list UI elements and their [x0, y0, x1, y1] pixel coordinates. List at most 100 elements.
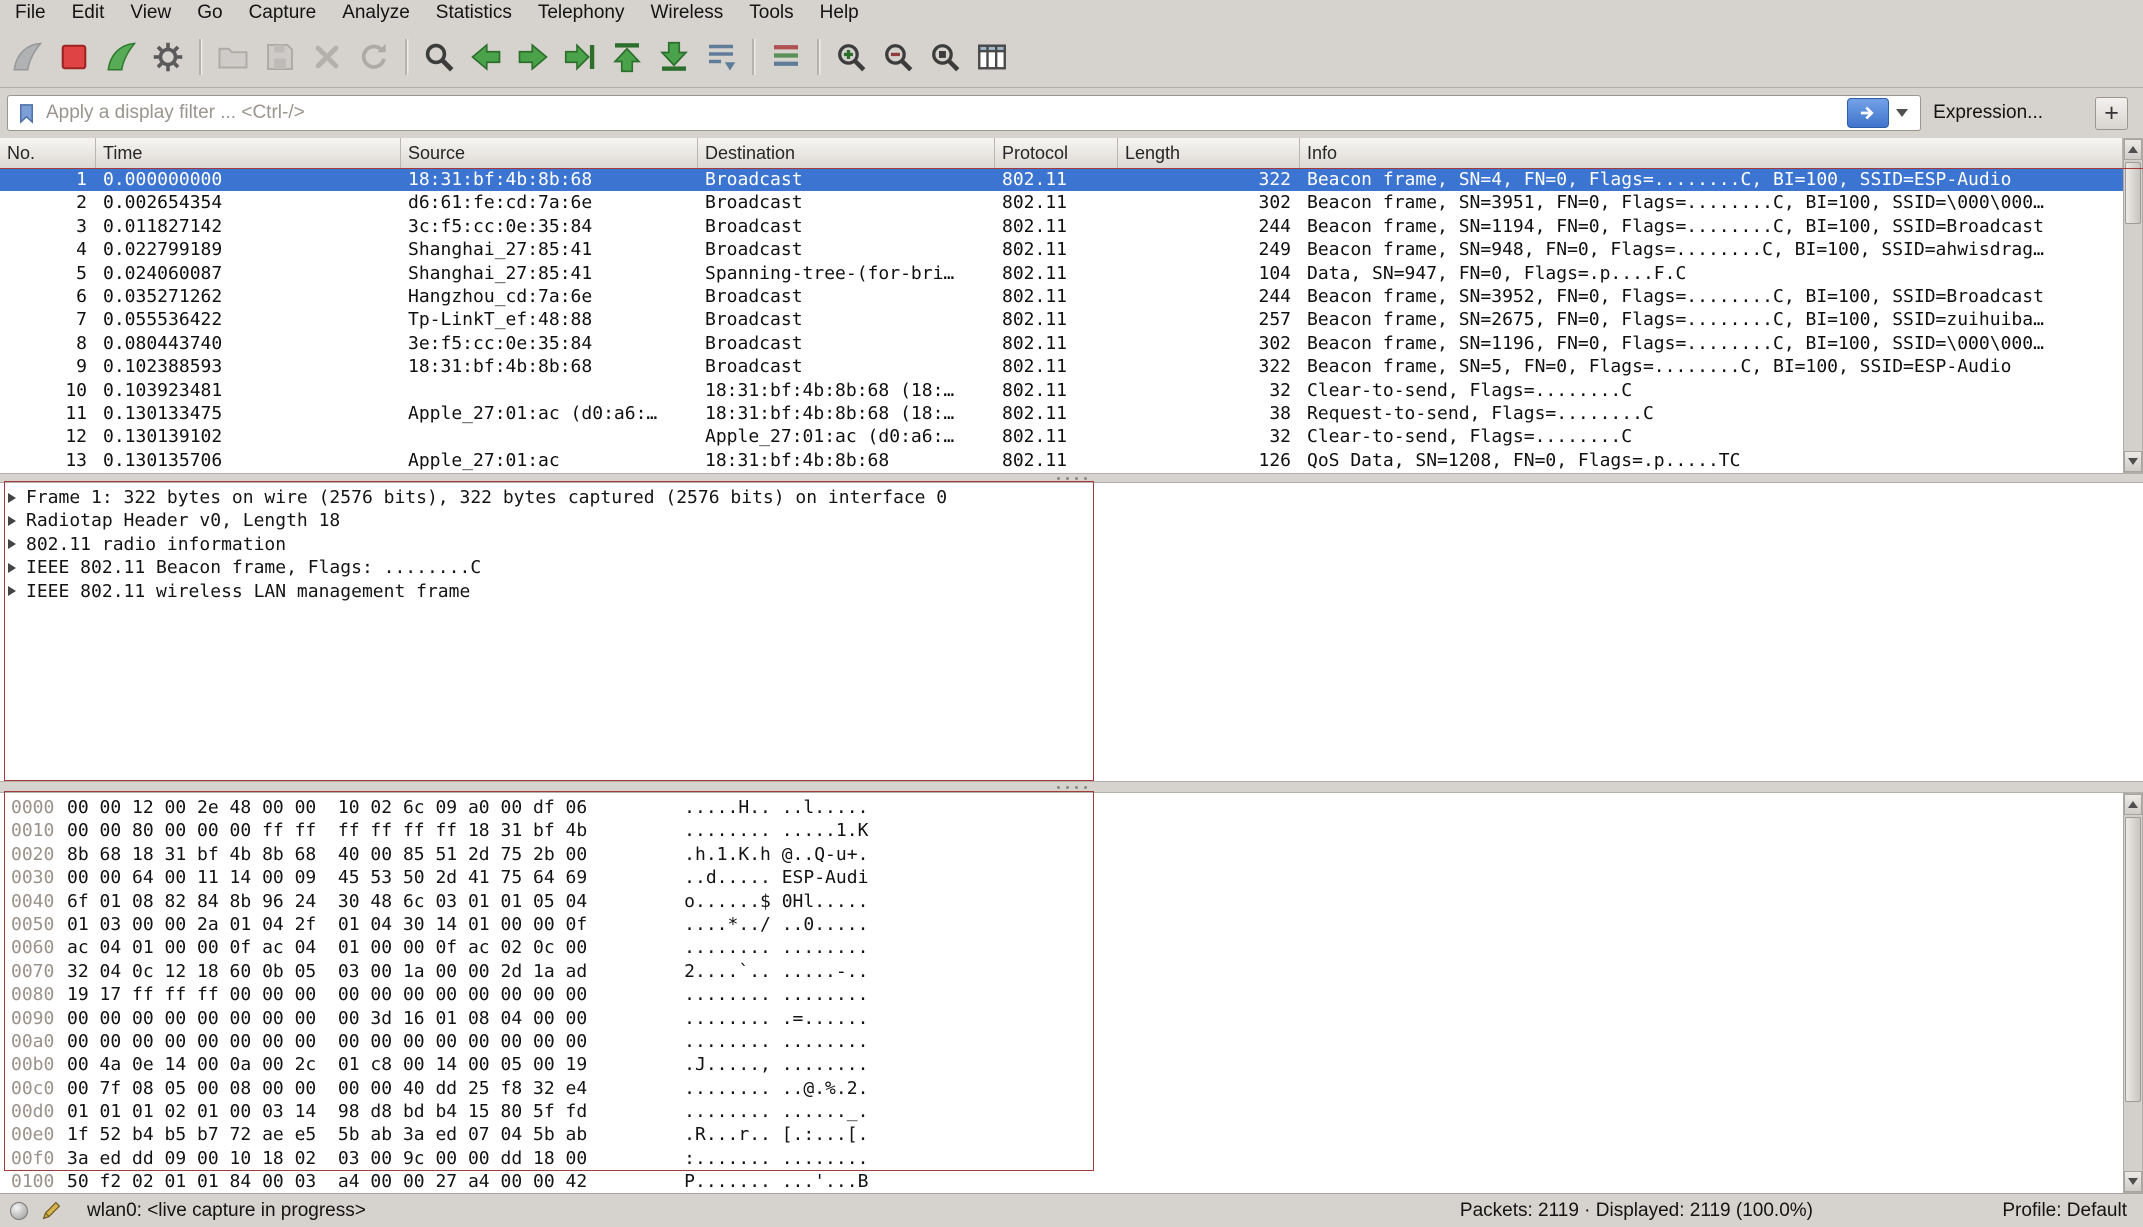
restart-capture-button[interactable] [97, 33, 144, 80]
menu-edit[interactable]: Edit [59, 0, 118, 26]
packet-row-2[interactable]: 20.002654354d6:61:fe:cd:7a:6eBroadcast80… [0, 191, 2123, 214]
start-capture-button[interactable] [3, 33, 50, 80]
menu-telephony[interactable]: Telephony [525, 0, 638, 26]
column-header-protocol[interactable]: Protocol [995, 138, 1118, 168]
hex-row[interactable]: 0060ac 04 01 00 00 0f ac 04 01 00 00 0f … [0, 936, 2143, 959]
column-header-source[interactable]: Source [401, 138, 698, 168]
packet-row-10[interactable]: 100.10392348118:31:bf:4b:8b:68 (18:…802.… [0, 379, 2123, 402]
detail-line[interactable]: Frame 1: 322 bytes on wire (2576 bits), … [0, 486, 2143, 509]
column-header-destination[interactable]: Destination [698, 138, 995, 168]
close-file-button[interactable] [303, 33, 350, 80]
right-arrow-icon [1857, 103, 1879, 123]
packet-row-7[interactable]: 70.055536422Tp-LinkT_ef:48:88Broadcast80… [0, 308, 2123, 331]
hex-row[interactable]: 00a000 00 00 00 00 00 00 00 00 00 00 00 … [0, 1030, 2143, 1053]
hex-row[interactable]: 00c000 7f 08 05 00 08 00 00 00 00 40 dd … [0, 1077, 2143, 1100]
stop-capture-button[interactable] [50, 33, 97, 80]
expert-info-icon[interactable] [10, 1202, 28, 1220]
scrollbar-thumb[interactable] [2125, 817, 2141, 1102]
column-header-no[interactable]: No. [0, 138, 96, 168]
column-header-time[interactable]: Time [96, 138, 401, 168]
menu-go[interactable]: Go [184, 0, 235, 26]
expander-icon[interactable] [8, 493, 16, 503]
detail-line[interactable]: IEEE 802.11 wireless LAN management fram… [0, 580, 2143, 603]
pane-splitter-lower[interactable] [0, 781, 2143, 793]
expander-icon[interactable] [8, 563, 16, 573]
packet-row-9[interactable]: 90.10238859318:31:bf:4b:8b:68Broadcast80… [0, 355, 2123, 378]
menu-capture[interactable]: Capture [236, 0, 330, 26]
scrollbar-thumb[interactable] [2125, 162, 2141, 224]
packet-row-4[interactable]: 40.022799189Shanghai_27:85:41Broadcast80… [0, 238, 2123, 261]
go-back-button[interactable] [462, 33, 509, 80]
zoom-out-button[interactable] [874, 33, 921, 80]
toolbar-separator [405, 39, 407, 75]
scroll-down-button[interactable] [2124, 451, 2142, 472]
expander-icon[interactable] [8, 539, 16, 549]
hex-row[interactable]: 001000 00 80 00 00 00 ff ff ff ff ff ff … [0, 819, 2143, 842]
menu-tools[interactable]: Tools [736, 0, 806, 26]
packet-row-8[interactable]: 80.0804437403e:f5:cc:0e:35:84Broadcast80… [0, 332, 2123, 355]
scroll-up-button[interactable] [2124, 794, 2142, 815]
packet-row-6[interactable]: 60.035271262Hangzhou_cd:7a:6eBroadcast80… [0, 285, 2123, 308]
expander-icon[interactable] [8, 516, 16, 526]
menu-view[interactable]: View [117, 0, 184, 26]
zoom-in-button[interactable] [827, 33, 874, 80]
hex-row[interactable]: 008019 17 ff ff ff 00 00 00 00 00 00 00 … [0, 983, 2143, 1006]
packet-bytes-scrollbar[interactable] [2123, 793, 2143, 1193]
hex-row[interactable]: 000000 00 12 00 2e 48 00 00 10 02 6c 09 … [0, 796, 2143, 819]
packet-row-5[interactable]: 50.024060087Shanghai_27:85:41Spanning-tr… [0, 262, 2123, 285]
packet-row-3[interactable]: 30.0118271423c:f5:cc:0e:35:84Broadcast80… [0, 215, 2123, 238]
resize-columns-button[interactable] [968, 33, 1015, 80]
hex-row[interactable]: 005001 03 00 00 2a 01 04 2f 01 04 30 14 … [0, 913, 2143, 936]
go-to-packet-button[interactable] [556, 33, 603, 80]
hex-row[interactable]: 003000 00 64 00 11 14 00 09 45 53 50 2d … [0, 866, 2143, 889]
capture-options-button[interactable] [144, 33, 191, 80]
capture-comment-icon[interactable] [41, 1200, 62, 1221]
menu-analyze[interactable]: Analyze [329, 0, 423, 26]
profile-label[interactable]: Profile: Default [2002, 1194, 2127, 1227]
packet-row-12[interactable]: 120.130139102Apple_27:01:ac (d0:a6:…802.… [0, 425, 2123, 448]
hex-row[interactable]: 00e01f 52 b4 b5 b7 72 ae e5 5b ab 3a ed … [0, 1123, 2143, 1146]
hex-row[interactable]: 010050 f2 02 01 01 84 00 03 a4 00 00 27 … [0, 1170, 2143, 1193]
column-header-length[interactable]: Length [1118, 138, 1300, 168]
display-filter-field[interactable] [7, 95, 1921, 131]
scroll-up-button[interactable] [2124, 139, 2142, 160]
hex-row[interactable]: 00d001 01 01 02 01 00 03 14 98 d8 bd b4 … [0, 1100, 2143, 1123]
hex-row[interactable]: 007032 04 0c 12 18 60 0b 05 03 00 1a 00 … [0, 960, 2143, 983]
hex-row[interactable]: 00406f 01 08 82 84 8b 96 24 30 48 6c 03 … [0, 890, 2143, 913]
filter-bookmark-icon[interactable] [15, 102, 38, 125]
column-header-info[interactable]: Info [1300, 138, 2123, 168]
go-first-packet-button[interactable] [603, 33, 650, 80]
find-packet-button[interactable] [415, 33, 462, 80]
detail-line[interactable]: IEEE 802.11 Beacon frame, Flags: .......… [0, 556, 2143, 579]
menu-file[interactable]: File [2, 0, 59, 26]
packet-row-1[interactable]: 10.00000000018:31:bf:4b:8b:68Broadcast80… [0, 168, 2123, 191]
packet-row-13[interactable]: 130.130135706Apple_27:01:ac18:31:bf:4b:8… [0, 449, 2123, 472]
expression-button[interactable]: Expression... [1933, 102, 2043, 124]
packet-list-scrollbar[interactable] [2123, 138, 2143, 473]
open-file-button[interactable] [209, 33, 256, 80]
filter-apply-button[interactable] [1847, 98, 1889, 128]
detail-line[interactable]: Radiotap Header v0, Length 18 [0, 509, 2143, 532]
packet-row-11[interactable]: 110.130133475Apple_27:01:ac (d0:a6:…18:3… [0, 402, 2123, 425]
menu-wireless[interactable]: Wireless [637, 0, 736, 26]
go-forward-button[interactable] [509, 33, 556, 80]
filter-history-dropdown[interactable] [1889, 99, 1915, 127]
auto-scroll-button[interactable] [697, 33, 744, 80]
hex-row[interactable]: 00b000 4a 0e 14 00 0a 00 2c 01 c8 00 14 … [0, 1053, 2143, 1076]
zoom-reset-button[interactable] [921, 33, 968, 80]
reload-file-button[interactable] [350, 33, 397, 80]
go-last-packet-button[interactable] [650, 33, 697, 80]
hex-row[interactable]: 009000 00 00 00 00 00 00 00 00 3d 16 01 … [0, 1007, 2143, 1030]
hex-row[interactable]: 00f03a ed dd 09 00 10 18 02 03 00 9c 00 … [0, 1147, 2143, 1170]
hex-row[interactable]: 00208b 68 18 31 bf 4b 8b 68 40 00 85 51 … [0, 843, 2143, 866]
colorize-packets-button[interactable] [762, 33, 809, 80]
menu-statistics[interactable]: Statistics [423, 0, 525, 26]
expander-icon[interactable] [8, 586, 16, 596]
save-file-button[interactable] [256, 33, 303, 80]
add-filter-button[interactable]: + [2095, 97, 2128, 130]
menu-help[interactable]: Help [807, 0, 872, 26]
detail-line[interactable]: 802.11 radio information [0, 533, 2143, 556]
pane-splitter-upper[interactable] [0, 473, 2143, 483]
scroll-down-button[interactable] [2124, 1171, 2142, 1192]
display-filter-input[interactable] [38, 102, 1847, 124]
